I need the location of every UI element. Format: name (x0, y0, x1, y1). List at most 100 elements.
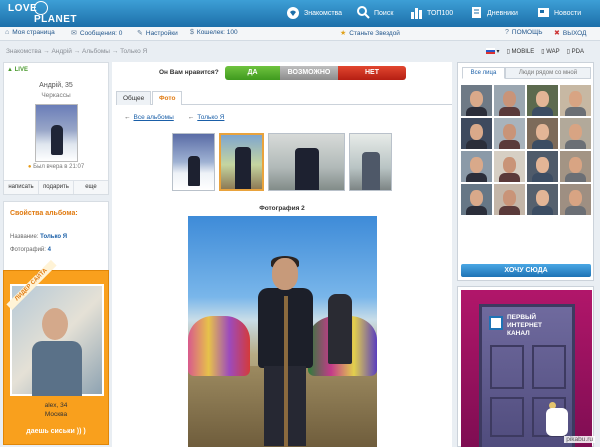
only-me-label: Только Я (197, 114, 225, 121)
face-thumbnail[interactable] (560, 118, 591, 149)
heart-chat-icon (286, 6, 300, 22)
face-thumbnail[interactable] (494, 118, 525, 149)
album-name-row: Название: Только Я (10, 234, 67, 240)
vote-yes-button[interactable]: ДА (225, 66, 280, 80)
logo-line2: PLANET (34, 14, 77, 25)
album-name-value[interactable]: Только Я (40, 234, 67, 240)
wrench-icon: ✎ (137, 30, 143, 37)
wallet-link[interactable]: $ Кошелек: 100 (190, 29, 238, 36)
nav-search[interactable]: Поиск (357, 0, 393, 27)
settings-link[interactable]: ✎ Настройки (137, 29, 178, 38)
last-seen-label: Был вчера в 21:07 (33, 164, 85, 170)
mobile-label: MOBILE (511, 49, 535, 55)
breadcrumb[interactable]: Знакомства → Андрій → Альбомы → Только Я (6, 48, 147, 55)
face-thumbnail[interactable] (560, 85, 591, 116)
become-star-link[interactable]: ★ Станьте Звездой (340, 29, 400, 38)
nav-label: Знакомства (304, 10, 343, 17)
main-photo[interactable] (188, 216, 377, 447)
write-button[interactable]: написать (4, 181, 39, 194)
wap-link[interactable]: ▯ WAP (541, 48, 559, 55)
ad-line2: ИНТЕРНЕТ (507, 322, 543, 329)
face-thumbnail[interactable] (461, 184, 492, 215)
channel-logo-icon (489, 316, 503, 330)
profile-actions: написать подарить еще (4, 180, 108, 194)
mobile-link[interactable]: ▯ MOBILE (507, 48, 535, 55)
thumbnail[interactable] (349, 133, 392, 191)
watermark: pikabu.ru (564, 436, 595, 443)
tab-general[interactable]: Общее (116, 91, 152, 105)
profile-avatar[interactable] (35, 104, 78, 162)
help-link[interactable]: ? ПОМОЩЬ (505, 29, 542, 36)
face-thumbnail[interactable] (461, 118, 492, 149)
messages-label: Сообщения: 0 (79, 29, 123, 37)
nav-label: ТОП100 (427, 10, 454, 17)
profile-card: ▲ LIVE Андрій, 35 Черкассы ● Был вчера в… (3, 62, 109, 195)
ad-banner[interactable]: ПЕРВЫЙ ИНТЕРНЕТ КАНАЛ (457, 286, 594, 447)
right-column: Все лица Люди рядом со мной ХОЧУ СЮДА ПЕ… (457, 62, 594, 447)
thumbnail[interactable] (172, 133, 215, 191)
logout-label: ВЫХОД (562, 29, 587, 37)
settings-label: Настройки (145, 29, 178, 37)
face-thumbnail[interactable] (494, 151, 525, 182)
leader-status[interactable]: даешь сиськи )) ) (4, 428, 108, 435)
face-thumbnail[interactable] (560, 184, 591, 215)
nav-top100[interactable]: ТОП100 (410, 0, 453, 27)
faces-grid (461, 85, 592, 215)
face-thumbnail[interactable] (527, 85, 558, 116)
face-thumbnail[interactable] (461, 151, 492, 182)
album-count-label: Фотографий: (10, 247, 46, 253)
logout-link[interactable]: ✖ ВЫХОД (554, 29, 587, 38)
star-icon: ★ (340, 30, 347, 37)
site-logo[interactable]: LOVE PLANET (6, 1, 77, 26)
live-label: LIVE (14, 67, 28, 73)
face-thumbnail[interactable] (461, 85, 492, 116)
only-me-link[interactable]: ← Только Я (188, 114, 225, 121)
pda-link[interactable]: ▯ PDA (567, 48, 584, 55)
leader-photo[interactable] (10, 284, 104, 396)
tab-nearby-people[interactable]: Люди рядом со мной (505, 67, 591, 79)
face-thumbnail[interactable] (527, 118, 558, 149)
face-thumbnail[interactable] (527, 184, 558, 215)
nav-znakomstva[interactable]: Знакомства (286, 0, 342, 27)
thumbnail-selected[interactable] (219, 133, 264, 191)
vote-maybe-button[interactable]: ВОЗМОЖНО (280, 66, 338, 80)
arrow-left-icon: ← (124, 114, 131, 121)
left-column: ▲ LIVE Андрій, 35 Черкассы ● Был вчера в… (3, 62, 109, 447)
close-icon: ✖ (554, 30, 560, 37)
site-leader-card[interactable]: ЛИДЕР САЙТА alex, 34 Москва даешь сиськи… (3, 259, 109, 445)
tab-photo[interactable]: Фото (152, 91, 183, 105)
all-albums-link[interactable]: ← Все альбомы (124, 114, 174, 121)
become-star-label: Станьте Звездой (349, 29, 400, 37)
face-thumbnail[interactable] (527, 151, 558, 182)
face-thumbnail[interactable] (494, 184, 525, 215)
more-button[interactable]: еще (74, 181, 108, 194)
news-icon (537, 6, 550, 21)
language-select[interactable]: ▾ (485, 48, 500, 55)
photo-title: Фотография 2 (259, 205, 305, 212)
messages-link[interactable]: ✉ Сообщения: 0 (71, 29, 123, 38)
sub-toolbar: ⌂ Моя страница ✉ Сообщения: 0 ✎ Настройки $… (0, 27, 600, 41)
gift-button[interactable]: подарить (39, 181, 74, 194)
nav-diaries[interactable]: Дневники (470, 0, 518, 27)
wap-label: WAP (546, 49, 560, 55)
thumbnail[interactable] (268, 133, 345, 191)
album-name-label: Название: (10, 234, 39, 240)
wallet-label: Кошелек: 100 (196, 29, 238, 36)
nav-news[interactable]: Новости (537, 0, 581, 27)
face-thumbnail[interactable] (494, 85, 525, 116)
globe-icon (34, 1, 48, 15)
logo-line1: LOVE (8, 3, 38, 14)
want-here-button[interactable]: ХОЧУ СЮДА (461, 264, 591, 277)
envelope-icon: ✉ (71, 30, 77, 37)
album-count-row: Фотографий: 4 (10, 247, 51, 253)
face-thumbnail[interactable] (560, 151, 591, 182)
tab-all-faces[interactable]: Все лица (462, 67, 505, 79)
my-page-link[interactable]: ⌂ Моя страница (5, 29, 55, 36)
top-header: LOVE PLANET Знакомства Поиск ТОП100 Днев… (0, 0, 600, 27)
vote-no-button[interactable]: НЕТ (338, 66, 406, 80)
version-links: ▾ ▯ MOBILE ▯ WAP ▯ PDA (485, 48, 584, 55)
photo-thumbnails (172, 133, 392, 191)
ad-image[interactable]: ПЕРВЫЙ ИНТЕРНЕТ КАНАЛ (461, 290, 592, 447)
clock-icon: ● (27, 164, 32, 170)
phone-icon: ▯ (506, 49, 510, 55)
